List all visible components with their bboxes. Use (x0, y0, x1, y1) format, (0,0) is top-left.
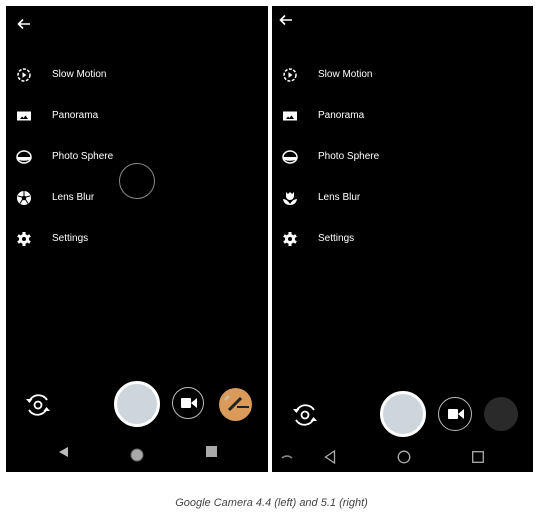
menu-item-slow-motion[interactable]: Slow Motion (272, 63, 472, 87)
menu-item-panorama[interactable]: Panorama (6, 104, 206, 128)
lens-blur-flower-icon (283, 192, 297, 205)
video-camera-icon (448, 409, 464, 419)
back-arrow-icon[interactable] (278, 12, 294, 28)
keyboard-hide-icon[interactable] (281, 453, 293, 461)
panorama-icon (17, 111, 31, 121)
back-triangle-icon[interactable] (324, 450, 336, 464)
panorama-icon (283, 111, 297, 121)
menu-item-label: Photo Sphere (318, 151, 380, 162)
slow-motion-icon (17, 68, 31, 82)
gallery-thumbnail[interactable] (219, 388, 252, 421)
menu-item-label: Slow Motion (318, 69, 373, 80)
home-circle-icon[interactable] (130, 448, 144, 462)
camera-4-4-screen: Slow Motion Panorama Photo Sphere Lens B… (6, 6, 268, 472)
slow-motion-icon (283, 68, 297, 82)
menu-item-lens-blur[interactable]: Lens Blur (272, 186, 472, 210)
back-arrow-icon[interactable] (16, 16, 32, 32)
photo-sphere-icon (16, 150, 32, 164)
menu-item-lens-blur[interactable]: Lens Blur (6, 186, 206, 210)
menu-item-settings[interactable]: Settings (6, 227, 206, 251)
figure-caption: Google Camera 4.4 (left) and 5.1 (right) (175, 497, 368, 509)
shutter-button[interactable] (114, 381, 160, 427)
focus-ring (119, 163, 155, 199)
back-triangle-icon[interactable] (58, 446, 70, 458)
menu-item-label: Slow Motion (52, 69, 107, 80)
menu-item-label: Lens Blur (318, 192, 361, 203)
thumbnail-image (223, 394, 249, 412)
menu-item-slow-motion[interactable]: Slow Motion (6, 63, 206, 87)
menu-item-settings[interactable]: Settings (272, 227, 472, 251)
menu-item-label: Photo Sphere (52, 151, 114, 162)
menu-item-photo-sphere[interactable]: Photo Sphere (6, 145, 206, 169)
recents-square-icon[interactable] (472, 451, 484, 463)
lens-blur-aperture-icon (17, 191, 31, 205)
recents-square-icon[interactable] (206, 446, 217, 457)
video-camera-icon (181, 398, 197, 408)
home-circle-icon[interactable] (397, 450, 411, 464)
switch-camera-icon[interactable] (23, 390, 53, 420)
gear-icon (283, 232, 297, 246)
menu-item-panorama[interactable]: Panorama (272, 104, 472, 128)
switch-camera-icon[interactable] (290, 400, 320, 430)
menu-item-label: Lens Blur (52, 192, 95, 203)
photo-sphere-icon (282, 150, 298, 164)
camera-5-1-screen: Slow Motion Panorama Photo Sphere Lens B… (272, 6, 533, 472)
video-mode-button[interactable] (438, 397, 472, 431)
shutter-button[interactable] (380, 391, 426, 437)
gallery-thumbnail[interactable] (484, 397, 518, 431)
gear-icon (17, 232, 31, 246)
video-mode-button[interactable] (172, 387, 204, 419)
menu-item-photo-sphere[interactable]: Photo Sphere (272, 145, 472, 169)
menu-item-label: Panorama (52, 110, 99, 121)
menu-item-label: Panorama (318, 110, 365, 121)
menu-item-label: Settings (318, 233, 355, 244)
menu-item-label: Settings (52, 233, 89, 244)
